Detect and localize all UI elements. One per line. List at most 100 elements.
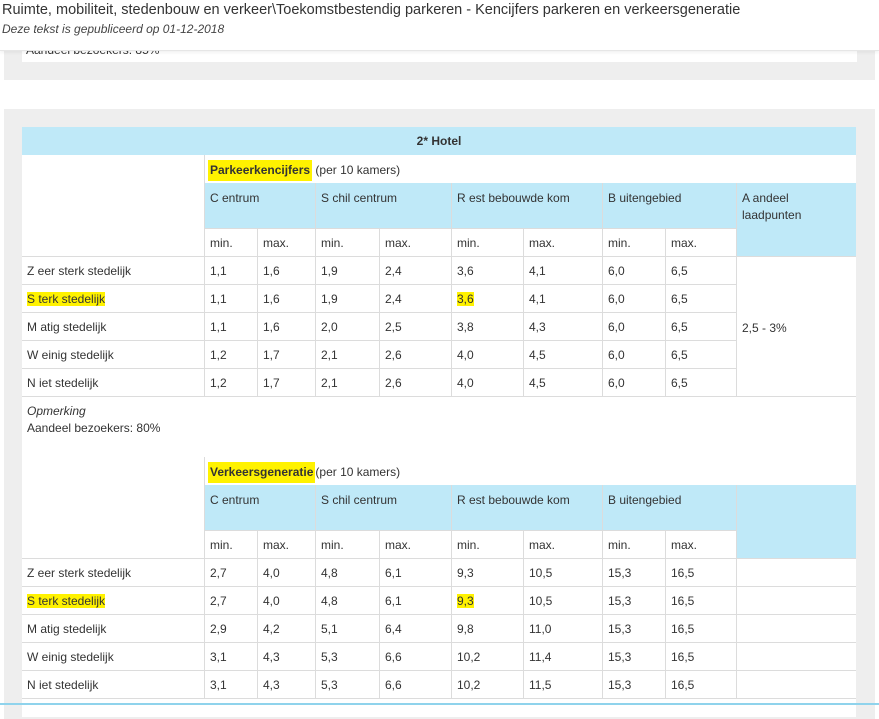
table-rule (22, 256, 856, 257)
parking-value: 1,7 (263, 348, 280, 362)
traffic-value: 16,5 (671, 566, 695, 580)
traffic-area-header: R est bebouwde kom (457, 493, 570, 507)
traffic-value: 15,3 (608, 678, 632, 692)
table-rule (22, 284, 736, 285)
traffic-value: 16,5 (671, 594, 695, 608)
traffic-value: 3,1 (210, 650, 227, 664)
publish-date: Deze tekst is gepubliceerd op 01-12-2018 (2, 22, 225, 36)
table-column-rule (204, 485, 205, 698)
traffic-row-label: W einig stedelijk (27, 650, 114, 664)
table-rule (22, 396, 856, 397)
remark-label: Opmerking (27, 404, 86, 418)
traffic-value: 4,0 (263, 594, 280, 608)
traffic-value: 6,6 (385, 650, 402, 664)
table-column-rule (736, 485, 737, 698)
traffic-row-label: S terk stedelijk (27, 594, 106, 608)
parking-subheader: min. (210, 236, 233, 250)
traffic-value: 15,3 (608, 622, 632, 636)
traffic-value: 9,3 (457, 566, 474, 580)
table-column-rule (451, 485, 452, 698)
parking-value: 6,5 (671, 376, 688, 390)
parking-value: 2,4 (385, 264, 402, 278)
traffic-area-header: S chil centrum (321, 493, 398, 507)
table-caption: 2* Hotel (22, 127, 856, 155)
table-column-rule (315, 183, 316, 396)
traffic-value: 5,3 (321, 678, 338, 692)
traffic-value: 16,5 (671, 650, 695, 664)
traffic-title-cell: Verkeersgeneratie (per 10 kamers) (208, 462, 400, 483)
traffic-value: 10,2 (457, 650, 481, 664)
traffic-subheader: min. (457, 538, 480, 552)
parking-title-cell: Parkeerkencijfers (per 10 kamers) (208, 160, 400, 181)
parking-area-header: S chil centrum (321, 191, 398, 205)
traffic-value: 2,9 (210, 622, 227, 636)
traffic-value: 3,1 (210, 678, 227, 692)
traffic-value: 6,6 (385, 678, 402, 692)
parking-value: 1,1 (210, 264, 227, 278)
parking-value: 4,5 (529, 348, 546, 362)
parking-value: 6,0 (608, 348, 625, 362)
parking-value: 2,4 (385, 292, 402, 306)
table-rule (204, 228, 736, 229)
traffic-value: 5,1 (321, 622, 338, 636)
traffic-value: 2,7 (210, 566, 227, 580)
traffic-subheader: max. (263, 538, 290, 552)
parking-value: 1,2 (210, 348, 227, 362)
parking-value: 6,0 (608, 320, 625, 334)
parking-subheader: min. (321, 236, 344, 250)
table-rule (22, 558, 856, 559)
table-rule (22, 368, 736, 369)
parking-value: 4,0 (457, 348, 474, 362)
parking-value: 3,6 (457, 292, 474, 306)
traffic-subheader: min. (608, 538, 631, 552)
parking-value: 1,9 (321, 264, 338, 278)
traffic-value: 11,5 (529, 678, 552, 692)
parking-subheader: max. (671, 236, 698, 250)
traffic-subheader: max. (529, 538, 556, 552)
parking-value: 1,1 (210, 292, 227, 306)
parking-value: 1,2 (210, 376, 227, 390)
traffic-subheader: max. (385, 538, 412, 552)
traffic-value: 9,8 (457, 622, 474, 636)
table-column-rule (204, 183, 205, 396)
parking-value: 6,0 (608, 264, 625, 278)
parking-value: 4,0 (457, 376, 474, 390)
share-value: 2,5 - 3% (742, 321, 787, 335)
traffic-value: 4,8 (321, 566, 338, 580)
parking-value: 1,7 (263, 376, 280, 390)
remark-text: Aandeel bezoekers: 80% (27, 421, 161, 435)
parking-subheader: max. (263, 236, 290, 250)
parking-value: 6,5 (671, 348, 688, 362)
traffic-value: 6,1 (385, 594, 402, 608)
parking-value: 6,5 (671, 292, 688, 306)
parking-value: 4,1 (529, 264, 546, 278)
table-column-rule (602, 183, 603, 396)
traffic-subheader: max. (671, 538, 698, 552)
traffic-value: 5,3 (321, 650, 338, 664)
traffic-value: 6,4 (385, 622, 402, 636)
parking-value: 2,5 (385, 320, 402, 334)
traffic-value: 4,0 (263, 566, 280, 580)
table-column-rule (315, 485, 316, 698)
parking-value: 3,8 (457, 320, 474, 334)
traffic-row-label: M atig stedelijk (27, 622, 107, 636)
parking-value: 2,1 (321, 348, 338, 362)
traffic-value: 10,5 (529, 594, 553, 608)
parking-value: 2,1 (321, 376, 338, 390)
table-rule (204, 530, 736, 531)
parking-value: 1,9 (321, 292, 338, 306)
empty-header-background (736, 485, 856, 558)
traffic-value: 16,5 (671, 678, 695, 692)
parking-value: 6,0 (608, 292, 625, 306)
parking-value: 6,5 (671, 320, 688, 334)
parking-value: 1,6 (263, 264, 280, 278)
traffic-value: 11,4 (529, 650, 552, 664)
parking-row-label: S terk stedelijk (27, 292, 106, 306)
table-rule (22, 312, 736, 313)
parking-value: 2,6 (385, 348, 402, 362)
traffic-value: 4,3 (263, 650, 280, 664)
table-column-rule (602, 485, 603, 698)
document-header: Ruimte, mobiliteit, stedenbouw en verkee… (0, 0, 879, 51)
parking-value: 2,6 (385, 376, 402, 390)
parking-value: 4,5 (529, 376, 546, 390)
